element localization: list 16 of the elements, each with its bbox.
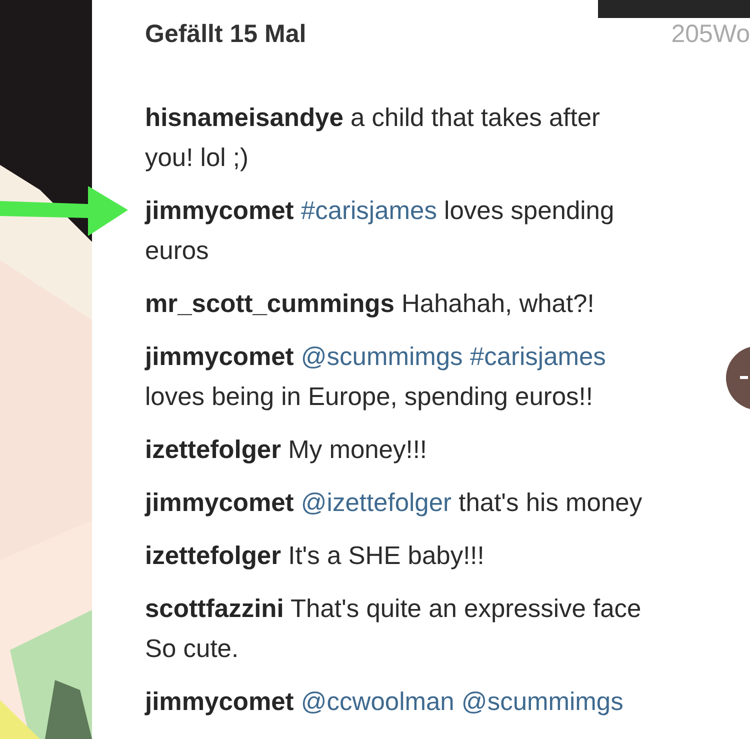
tag-link[interactable]: #carisjames — [300, 197, 437, 225]
comment-text: jimmycomet @izettefolger that's his money — [145, 488, 644, 519]
likes-count: Gefällt 15 Mal — [145, 20, 306, 48]
tag-link[interactable]: @ccwoolman — [300, 688, 454, 716]
tag-link[interactable]: @izettefolger — [300, 489, 452, 517]
tag-link[interactable]: @scummimgs — [454, 688, 624, 716]
comment-text: jimmycomet #carisjames loves spending euros — [145, 196, 616, 267]
tag-link[interactable]: #carisjames — [462, 343, 606, 371]
comment-text: izettefolger My money!!! — [145, 435, 428, 466]
timestamp: 205Wo — [671, 20, 750, 48]
comment-text: izettefolger It's a SHE baby!!! — [145, 541, 486, 572]
comment-text: mr_scott_cummings Hahahah, what?! — [145, 289, 596, 320]
comment-text: scottfazzini That's quite an expressive face So cute. — [145, 594, 642, 665]
comment-text: jimmycomet @ccwoolman @scummimgs — [145, 687, 624, 718]
tag-link[interactable]: @scummimgs — [300, 343, 463, 371]
comment-text: hisnameisandye a child that takes after you! lol ;) — [145, 103, 601, 174]
